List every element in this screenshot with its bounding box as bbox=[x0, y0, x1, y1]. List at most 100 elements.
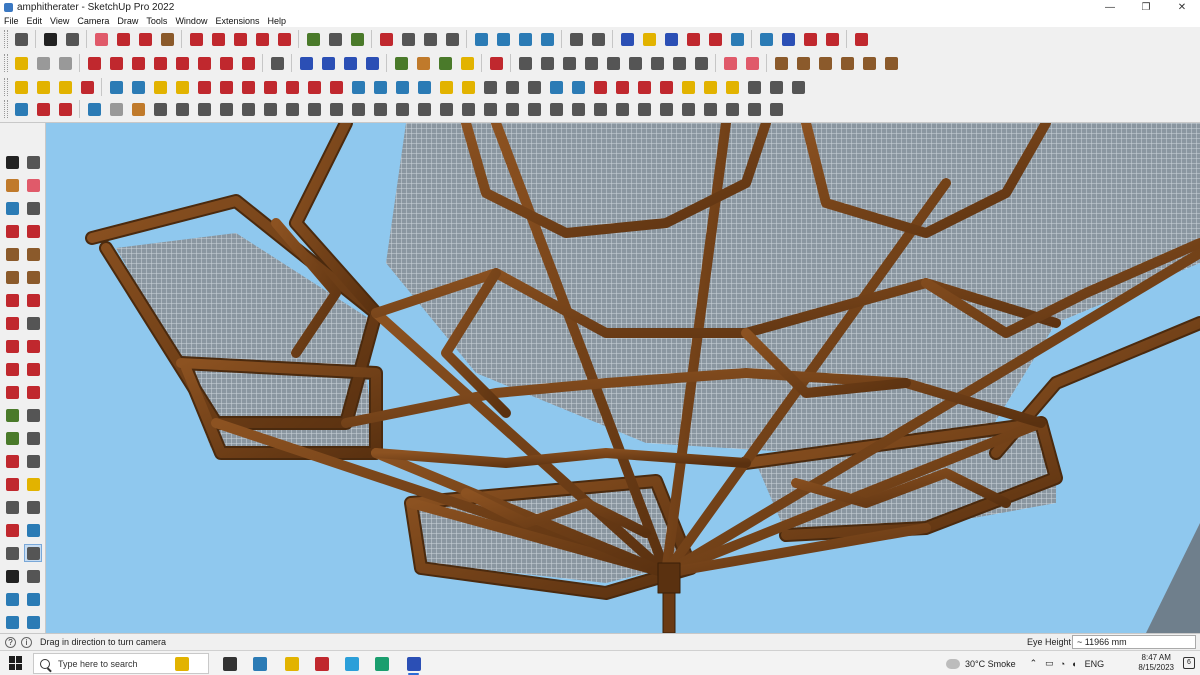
menu-file[interactable]: File bbox=[4, 16, 19, 26]
menu-edit[interactable]: Edit bbox=[27, 16, 43, 26]
left-tape-measure-icon[interactable] bbox=[3, 406, 21, 424]
left-select-icon[interactable] bbox=[3, 153, 21, 171]
shape-icon[interactable] bbox=[216, 77, 236, 97]
section-icon[interactable] bbox=[84, 53, 104, 73]
shape-icon[interactable] bbox=[128, 77, 148, 97]
front-view-icon[interactable] bbox=[55, 53, 75, 73]
shape-icon[interactable] bbox=[194, 77, 214, 97]
shape-icon[interactable] bbox=[744, 77, 764, 97]
taskbar-folder[interactable] bbox=[282, 654, 301, 673]
shape-icon[interactable] bbox=[260, 77, 280, 97]
taskbar-edge[interactable] bbox=[372, 654, 391, 673]
sandbox-icon[interactable] bbox=[683, 29, 703, 49]
maximize-button[interactable]: ❐ bbox=[1128, 0, 1164, 14]
shape-icon[interactable] bbox=[766, 77, 786, 97]
shape-icon[interactable] bbox=[590, 77, 610, 97]
left-section-plane-icon[interactable] bbox=[24, 567, 42, 585]
sandbox-icon[interactable] bbox=[727, 29, 747, 49]
toolbar-grip[interactable] bbox=[4, 54, 8, 72]
toolbar-grip[interactable] bbox=[4, 30, 8, 48]
sandbox-tool-icon[interactable] bbox=[678, 99, 698, 119]
move-icon[interactable] bbox=[230, 29, 250, 49]
taskbar-sketchup[interactable] bbox=[404, 654, 423, 675]
shape-icon[interactable] bbox=[106, 77, 126, 97]
sandbox-tool-icon[interactable] bbox=[634, 99, 654, 119]
sandbox-tool-icon[interactable] bbox=[612, 99, 632, 119]
left-text-icon[interactable] bbox=[24, 429, 42, 447]
left-paint-bucket-icon[interactable] bbox=[3, 176, 21, 194]
left-protractor-icon[interactable] bbox=[3, 429, 21, 447]
left-3d-text-icon[interactable] bbox=[24, 452, 42, 470]
section-icon[interactable] bbox=[216, 53, 236, 73]
sandbox-tool-icon[interactable] bbox=[546, 99, 566, 119]
zoom-window-icon[interactable] bbox=[11, 29, 31, 49]
sandbox-tool-icon[interactable] bbox=[282, 99, 302, 119]
left-eraser-icon[interactable] bbox=[24, 176, 42, 194]
left-offset-icon[interactable] bbox=[24, 383, 42, 401]
sandbox-tool-icon[interactable] bbox=[480, 99, 500, 119]
taskbar-autocad[interactable] bbox=[312, 654, 331, 673]
chevron-up-icon[interactable]: ⌃ bbox=[1030, 658, 1038, 669]
blue-plane-icon[interactable] bbox=[318, 53, 338, 73]
sandbox-tool-icon[interactable] bbox=[11, 99, 31, 119]
left-arc-icon[interactable] bbox=[3, 291, 21, 309]
circle-icon[interactable] bbox=[691, 53, 711, 73]
menu-draw[interactable]: Draw bbox=[117, 16, 138, 26]
circle-icon[interactable] bbox=[537, 53, 557, 73]
weather-text[interactable]: 30°C Smoke bbox=[965, 659, 1016, 669]
redo-icon[interactable] bbox=[822, 29, 842, 49]
model-viewport[interactable] bbox=[46, 123, 1200, 633]
arc-icon[interactable] bbox=[135, 29, 155, 49]
sandbox-icon[interactable] bbox=[661, 29, 681, 49]
left-orbit-icon[interactable] bbox=[3, 475, 21, 493]
shape-icon[interactable] bbox=[678, 77, 698, 97]
left-walk-icon[interactable] bbox=[3, 567, 21, 585]
green-shape-icon[interactable] bbox=[435, 53, 455, 73]
notification-button[interactable]: 6 bbox=[1183, 657, 1195, 669]
sandbox-tool-icon[interactable] bbox=[33, 99, 53, 119]
sandbox-tool-icon[interactable] bbox=[194, 99, 214, 119]
text-icon[interactable] bbox=[325, 29, 345, 49]
left-push-pull-icon[interactable] bbox=[24, 337, 42, 355]
close-button[interactable]: ✕ bbox=[1164, 0, 1200, 14]
shape-icon[interactable] bbox=[238, 77, 258, 97]
sandbox-tool-icon[interactable] bbox=[172, 99, 192, 119]
warehouse-icon[interactable] bbox=[851, 29, 871, 49]
left-layers-icon[interactable] bbox=[24, 590, 42, 608]
shape-icon[interactable] bbox=[150, 77, 170, 97]
section-icon[interactable] bbox=[194, 53, 214, 73]
left-rectangle-icon[interactable] bbox=[3, 245, 21, 263]
menu-window[interactable]: Window bbox=[175, 16, 207, 26]
taskbar-task-view[interactable] bbox=[220, 654, 239, 673]
section-icon[interactable] bbox=[128, 53, 148, 73]
left-arc-3pt-icon[interactable] bbox=[24, 314, 42, 332]
shape-icon[interactable] bbox=[480, 77, 500, 97]
blue-plane-icon[interactable] bbox=[296, 53, 316, 73]
sandbox-tool-icon[interactable] bbox=[392, 99, 412, 119]
left-zoom-icon[interactable] bbox=[3, 498, 21, 516]
shape-icon[interactable] bbox=[326, 77, 346, 97]
material-icon[interactable] bbox=[771, 53, 791, 73]
zoom-icon[interactable] bbox=[420, 29, 440, 49]
zoom-extents-icon[interactable] bbox=[442, 29, 462, 49]
sandbox-tool-icon[interactable] bbox=[150, 99, 170, 119]
shape-icon[interactable] bbox=[11, 77, 31, 97]
left-look-around-icon[interactable] bbox=[24, 544, 42, 562]
shape-icon[interactable] bbox=[722, 77, 742, 97]
scale-icon[interactable] bbox=[274, 29, 294, 49]
left-previous-view-icon[interactable] bbox=[24, 521, 42, 539]
left-lasso-icon[interactable] bbox=[3, 199, 21, 217]
toolbar-grip[interactable] bbox=[4, 100, 8, 118]
menu-help[interactable]: Help bbox=[267, 16, 286, 26]
shape-icon[interactable] bbox=[33, 77, 53, 97]
component-icon[interactable] bbox=[778, 29, 798, 49]
tape-measure-icon[interactable] bbox=[303, 29, 323, 49]
left-outliner-icon[interactable] bbox=[3, 613, 21, 631]
sandbox-tool-icon[interactable] bbox=[744, 99, 764, 119]
sandbox-tool-icon[interactable] bbox=[304, 99, 324, 119]
shape-icon[interactable] bbox=[304, 77, 324, 97]
sandbox-tool-icon[interactable] bbox=[656, 99, 676, 119]
left-line-icon[interactable] bbox=[3, 222, 21, 240]
yellow-shape-icon[interactable] bbox=[457, 53, 477, 73]
line-icon[interactable] bbox=[113, 29, 133, 49]
